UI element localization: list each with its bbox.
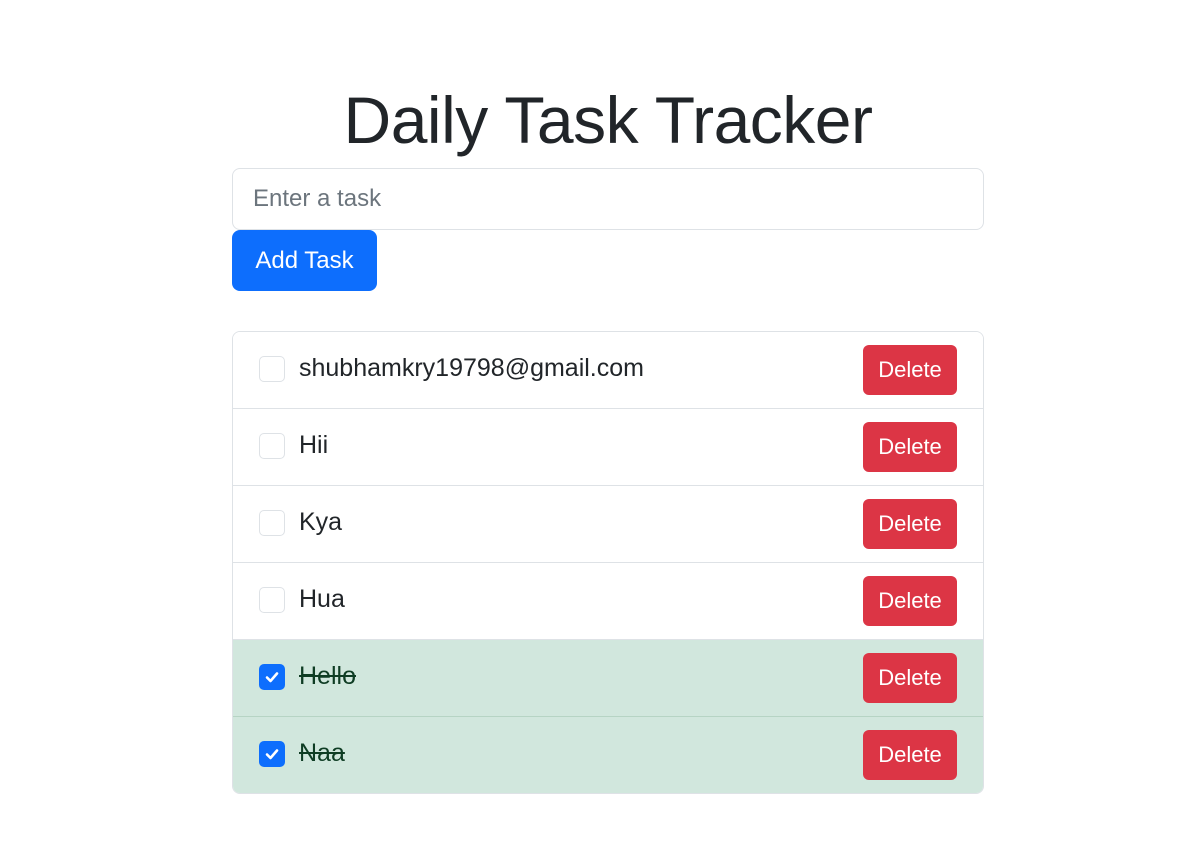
task-text: shubhamkry19798@gmail.com — [299, 354, 644, 382]
delete-task-button[interactable]: Delete — [863, 576, 957, 626]
task-checkbox[interactable] — [259, 510, 285, 536]
task-input[interactable] — [232, 168, 984, 230]
task-item: Hua Delete — [233, 563, 983, 640]
task-item: Hii Delete — [233, 409, 983, 486]
task-item: Naa Delete — [233, 717, 983, 793]
check-icon — [265, 672, 279, 683]
task-text: Naa — [299, 739, 345, 767]
add-task-button[interactable]: Add Task — [232, 230, 377, 291]
delete-task-button[interactable]: Delete — [863, 653, 957, 703]
check-icon — [265, 749, 279, 760]
task-text: Hua — [299, 585, 345, 613]
delete-task-button[interactable]: Delete — [863, 499, 957, 549]
task-item: Hello Delete — [233, 640, 983, 717]
delete-task-button[interactable]: Delete — [863, 422, 957, 472]
task-checkbox[interactable] — [259, 741, 285, 767]
task-text: Hii — [299, 431, 329, 459]
task-checkbox[interactable] — [259, 664, 285, 690]
task-item: shubhamkry19798@gmail.com Delete — [233, 332, 983, 409]
task-checkbox[interactable] — [259, 433, 285, 459]
delete-task-button[interactable]: Delete — [863, 730, 957, 780]
task-text: Kya — [299, 508, 343, 536]
page-title: Daily Task Tracker — [343, 83, 873, 157]
delete-task-button[interactable]: Delete — [863, 345, 957, 395]
task-item: Kya Delete — [233, 486, 983, 563]
task-checkbox[interactable] — [259, 587, 285, 613]
task-text: Hello — [299, 662, 356, 690]
task-checkbox[interactable] — [259, 356, 285, 382]
task-list: shubhamkry19798@gmail.com Delete Hii Del… — [232, 331, 984, 794]
